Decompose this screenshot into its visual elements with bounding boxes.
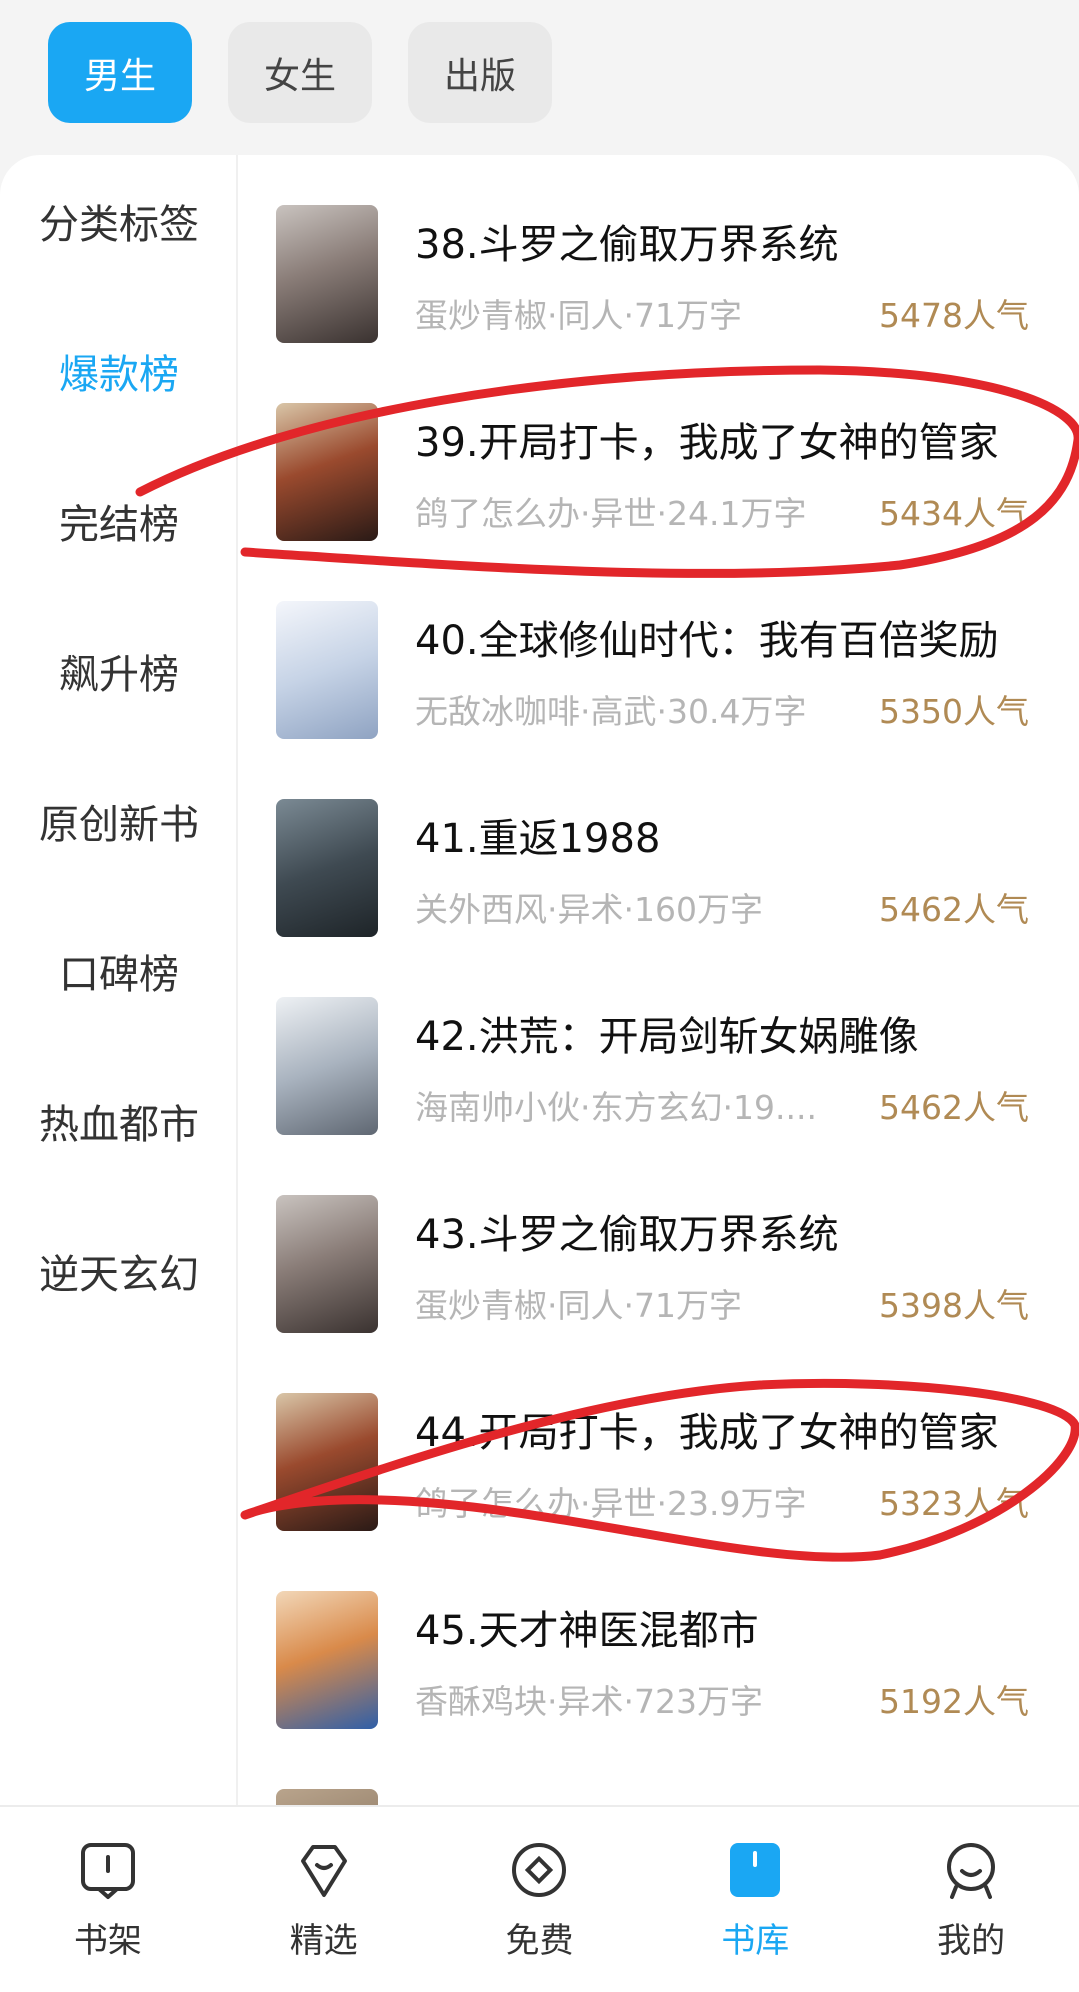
- list-item[interactable]: 38.斗罗之偷取万界系统 蛋炒青椒·同人·71万字 5478人气: [238, 155, 1079, 353]
- book-title: 40.全球修仙时代：我有百倍奖励: [415, 618, 999, 664]
- book-title: 38.斗罗之偷取万界系统: [415, 222, 839, 268]
- sidebar-item-rising[interactable]: 飙升榜: [0, 645, 238, 705]
- book-title: 44.开局打卡，我成了女神的管家: [415, 1410, 999, 1456]
- list-item[interactable]: 43.斗罗之偷取万界系统 蛋炒青椒·同人·71万字 5398人气: [238, 1145, 1079, 1343]
- book-cover: [276, 1591, 378, 1729]
- list-item[interactable]: 40.全球修仙时代：我有百倍奖励 无敌冰咖啡·高武·30.4万字 5350人气: [238, 551, 1079, 749]
- nav-label: 免费: [505, 1921, 574, 1961]
- tab-female[interactable]: 女生: [228, 22, 372, 123]
- book-cover: [276, 1393, 378, 1531]
- book-meta: 关外西风·异术·160万字: [415, 890, 763, 929]
- book-popularity: 5462人气: [879, 1088, 1029, 1127]
- book-popularity: 5398人气: [879, 1286, 1029, 1325]
- book-meta: 无敌冰咖啡·高武·30.4万字: [415, 692, 807, 731]
- nav-label: 我的: [937, 1921, 1006, 1961]
- book-list: 38.斗罗之偷取万界系统 蛋炒青椒·同人·71万字 5478人气 39.开局打卡…: [238, 155, 1079, 1805]
- book-title: 39.开局打卡，我成了女神的管家: [415, 420, 999, 466]
- category-sidebar: 分类标签 爆款榜 完结榜 飙升榜 原创新书 口碑榜 热血都市 逆天玄幻: [0, 155, 238, 1805]
- nav-featured[interactable]: 精选: [216, 1807, 432, 1992]
- list-item[interactable]: 41.重返1988 关外西风·异术·160万字 5462人气: [238, 749, 1079, 947]
- nav-label: 精选: [289, 1921, 358, 1961]
- nav-label: 书库: [721, 1921, 790, 1961]
- book-cover: [276, 403, 378, 541]
- nav-bookshelf[interactable]: 书架: [0, 1807, 216, 1992]
- bottom-nav: 书架 精选 免费 书库 我的: [0, 1805, 1079, 1992]
- sidebar-item-reputation[interactable]: 口碑榜: [0, 945, 238, 1005]
- book-popularity: 5192人气: [879, 1682, 1029, 1721]
- book-cover: [276, 601, 378, 739]
- list-item[interactable]: [238, 1739, 1079, 1805]
- book-title: 45.天才神医混都市: [415, 1608, 759, 1654]
- library-icon: [730, 1843, 781, 1897]
- list-item[interactable]: 44.开局打卡，我成了女神的管家 鸽了怎么办·异世·23.9万字 5323人气: [238, 1343, 1079, 1541]
- sidebar-item-finished[interactable]: 完结榜: [0, 495, 238, 555]
- featured-icon: [300, 1845, 347, 1897]
- nav-label: 书架: [73, 1921, 142, 1961]
- book-popularity: 5350人气: [879, 692, 1029, 731]
- list-item[interactable]: 45.天才神医混都市 香酥鸡块·异术·723万字 5192人气: [238, 1541, 1079, 1739]
- content-panel: 分类标签 爆款榜 完结榜 飙升榜 原创新书 口碑榜 热血都市 逆天玄幻 38.斗…: [0, 155, 1079, 1805]
- bookshelf-icon: [80, 1843, 135, 1899]
- nav-free[interactable]: 免费: [432, 1807, 648, 1992]
- nav-profile[interactable]: 我的: [863, 1807, 1079, 1992]
- book-popularity: 5323人气: [879, 1484, 1029, 1523]
- book-meta: 鸽了怎么办·异世·24.1万字: [415, 494, 807, 533]
- book-cover: [276, 1789, 378, 1805]
- book-meta: 香酥鸡块·异术·723万字: [415, 1682, 763, 1721]
- book-title: 43.斗罗之偷取万界系统: [415, 1212, 839, 1258]
- list-item[interactable]: 39.开局打卡，我成了女神的管家 鸽了怎么办·异世·24.1万字 5434人气: [238, 353, 1079, 551]
- gender-tabs: 男生 女生 出版: [48, 22, 552, 123]
- book-title: 42.洪荒：开局剑斩女娲雕像: [415, 1014, 919, 1060]
- book-popularity: 5478人气: [879, 296, 1029, 335]
- free-icon: [512, 1843, 567, 1897]
- book-meta: 蛋炒青椒·同人·71万字: [415, 1286, 742, 1325]
- sidebar-item-tags[interactable]: 分类标签: [0, 195, 238, 255]
- tab-publish[interactable]: 出版: [408, 22, 552, 123]
- book-cover: [276, 205, 378, 343]
- sidebar-item-urban[interactable]: 热血都市: [0, 1095, 238, 1155]
- book-cover: [276, 997, 378, 1135]
- book-popularity: 5462人气: [879, 890, 1029, 929]
- book-popularity: 5434人气: [879, 494, 1029, 533]
- book-meta: 海南帅小伙·东方玄幻·19....: [415, 1088, 817, 1127]
- book-cover: [276, 799, 378, 937]
- sidebar-item-fantasy[interactable]: 逆天玄幻: [0, 1245, 238, 1305]
- profile-icon: [947, 1843, 996, 1899]
- sidebar-item-hot[interactable]: 爆款榜: [0, 345, 238, 405]
- list-item[interactable]: 42.洪荒：开局剑斩女娲雕像 海南帅小伙·东方玄幻·19.... 5462人气: [238, 947, 1079, 1145]
- sidebar-item-new[interactable]: 原创新书: [0, 795, 238, 855]
- nav-library[interactable]: 书库: [647, 1807, 863, 1992]
- book-meta: 蛋炒青椒·同人·71万字: [415, 296, 742, 335]
- book-cover: [276, 1195, 378, 1333]
- book-meta: 鸽了怎么办·异世·23.9万字: [415, 1484, 807, 1523]
- book-title: 41.重返1988: [415, 816, 661, 862]
- tab-male[interactable]: 男生: [48, 22, 192, 123]
